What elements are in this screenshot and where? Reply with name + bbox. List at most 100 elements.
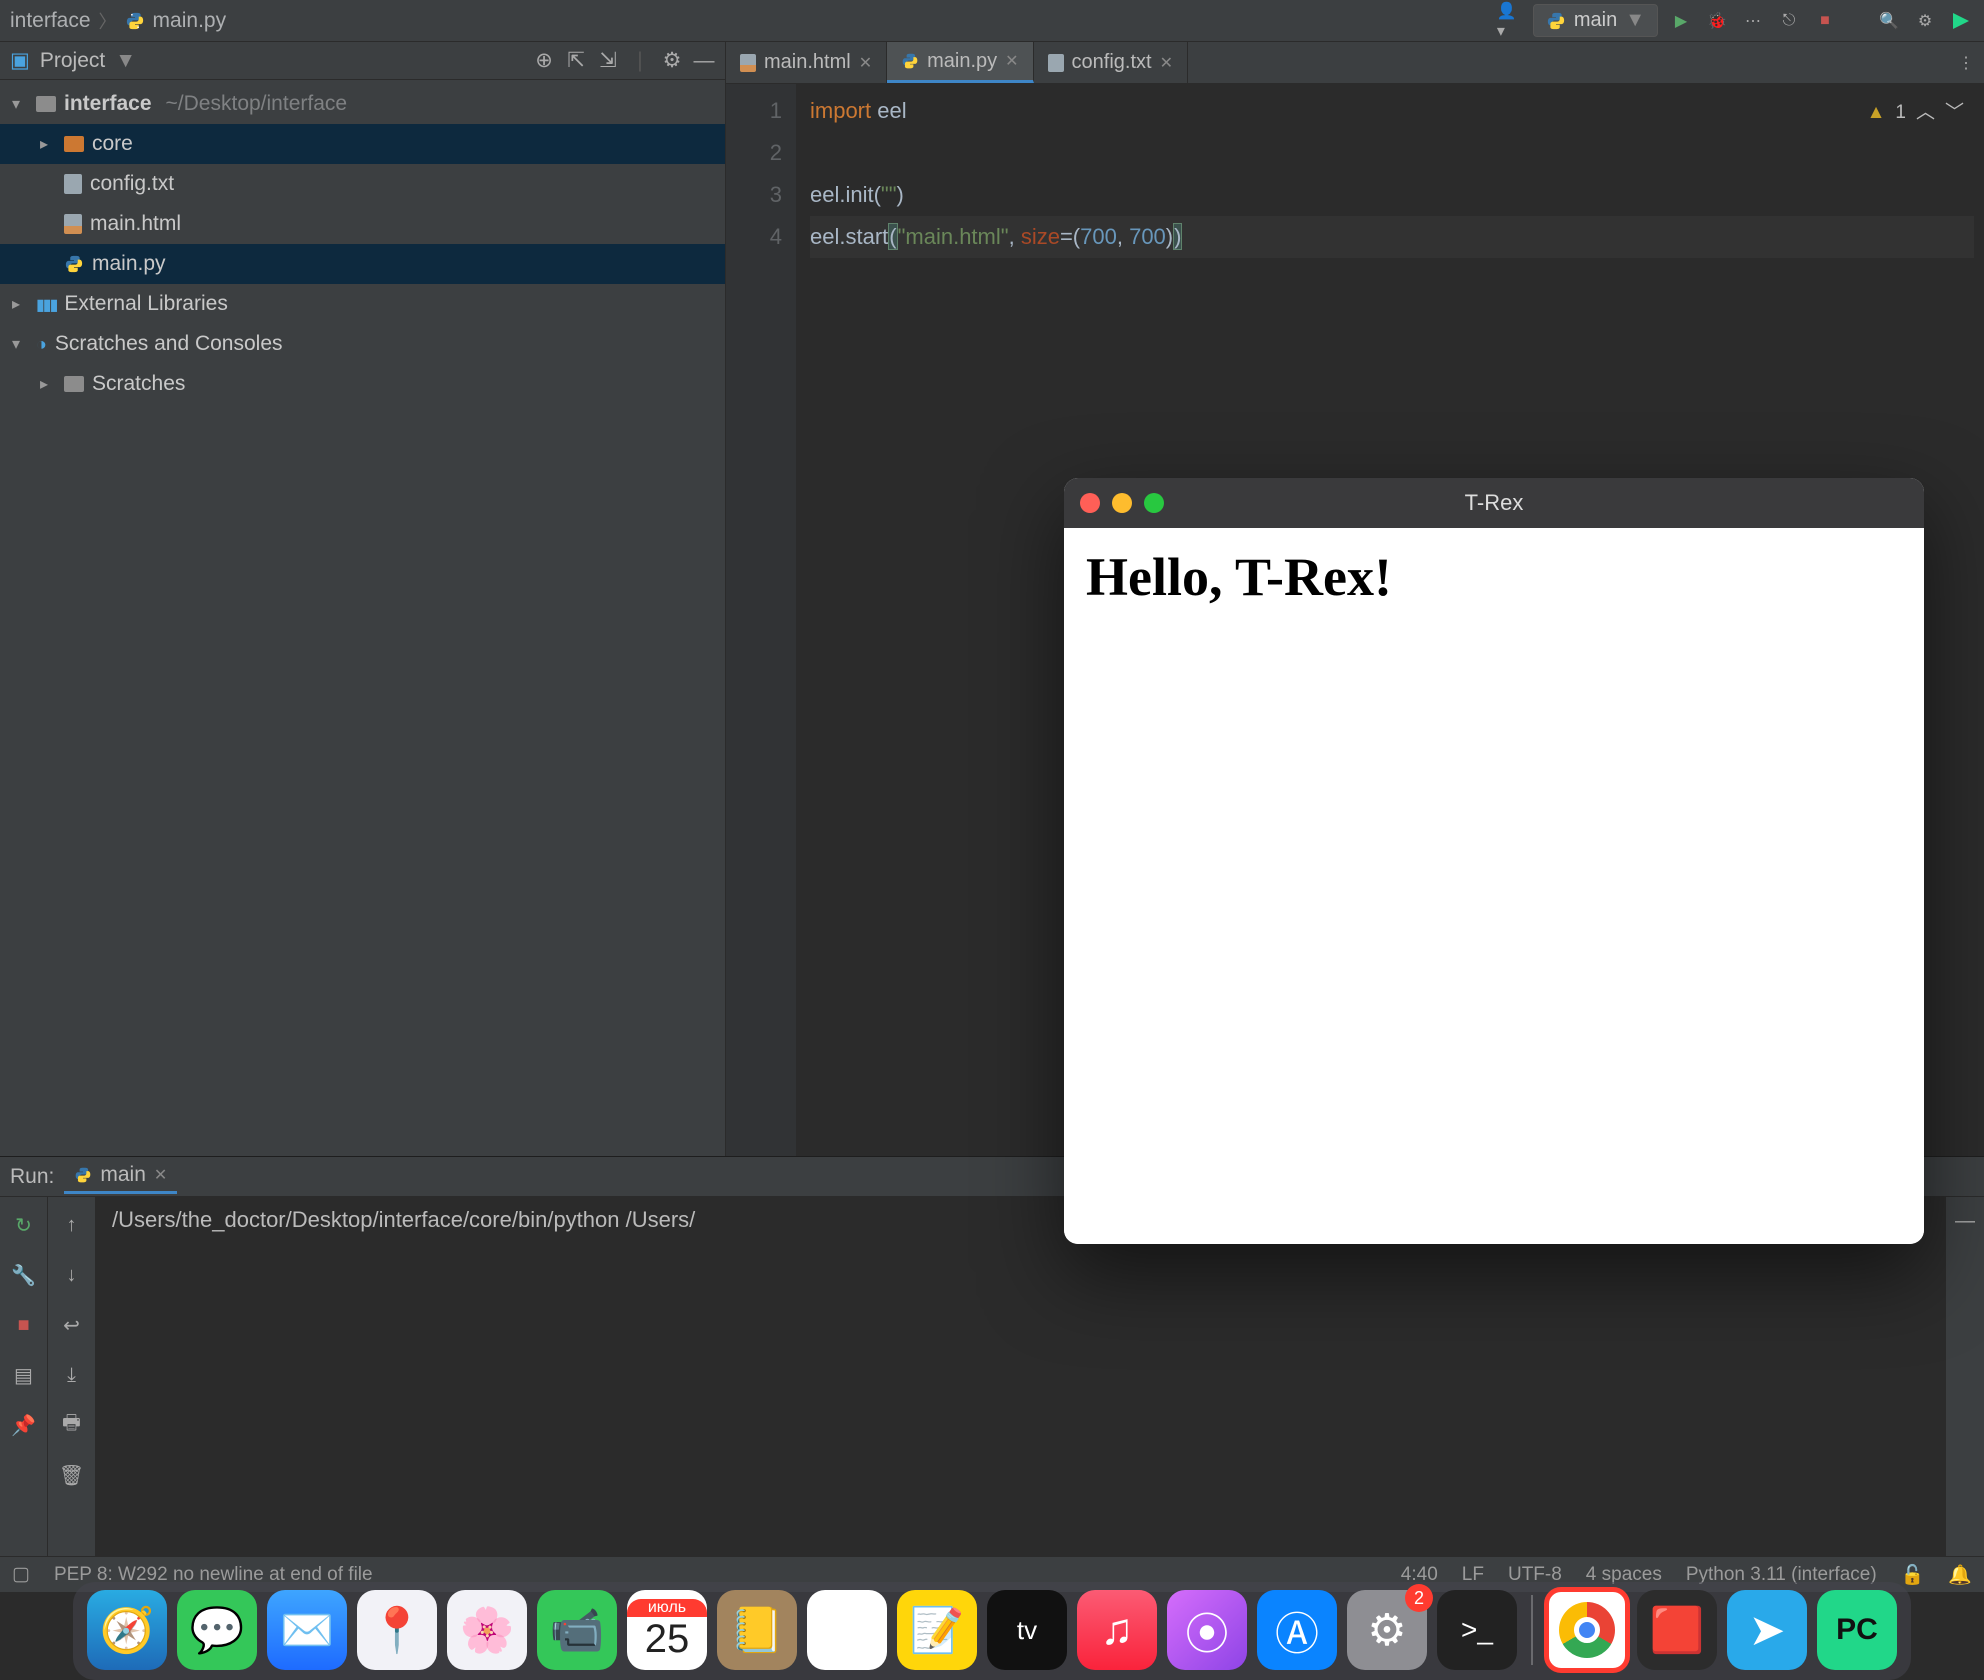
run-more-icon[interactable]: ⋯ bbox=[1740, 8, 1766, 34]
rerun-icon[interactable]: ↻ bbox=[10, 1211, 38, 1239]
sidebar-title[interactable]: Project bbox=[40, 49, 105, 73]
breadcrumb-file[interactable]: main.py bbox=[153, 9, 227, 33]
dock-app-chrome[interactable] bbox=[1547, 1590, 1627, 1670]
locate-icon[interactable]: ⊕ bbox=[533, 50, 555, 72]
chevron-up-icon[interactable]: ︿ bbox=[1916, 92, 1935, 134]
dock-app-mail[interactable]: ✉️ bbox=[267, 1590, 347, 1670]
tool-window-icon[interactable]: ▢ bbox=[12, 1563, 30, 1586]
tree-file-mainpy[interactable]: main.py bbox=[0, 244, 725, 284]
window-title: T-Rex bbox=[1465, 490, 1524, 516]
close-icon[interactable]: ✕ bbox=[1160, 53, 1173, 73]
wrench-icon[interactable]: 🔧 bbox=[10, 1261, 38, 1289]
dock-app-appstore[interactable]: Ⓐ bbox=[1257, 1590, 1337, 1670]
chevron-down-icon[interactable]: ▾ bbox=[12, 334, 28, 354]
dock-app-calendar[interactable]: июль 25 bbox=[627, 1590, 707, 1670]
tabs-more[interactable]: ⋮ bbox=[1948, 42, 1984, 83]
zoom-window-icon[interactable] bbox=[1144, 493, 1164, 513]
breadcrumb[interactable]: interface 〉 main.py bbox=[10, 8, 226, 34]
run-config-selector[interactable]: main ▼ bbox=[1533, 4, 1658, 37]
breadcrumb-project[interactable]: interface bbox=[10, 9, 91, 33]
tree-external-libs[interactable]: ▸ External Libraries bbox=[0, 284, 725, 324]
run-console[interactable]: /Users/the_doctor/Desktop/interface/core… bbox=[96, 1197, 1946, 1556]
dock-app-telegram[interactable]: ➤ bbox=[1727, 1590, 1807, 1670]
folder-icon bbox=[36, 96, 56, 112]
print-icon[interactable]: 🖶 bbox=[58, 1411, 86, 1439]
pin-icon[interactable]: 📌 bbox=[10, 1411, 38, 1439]
html-file-icon bbox=[64, 214, 82, 234]
dock-app-facetime[interactable]: 📹 bbox=[537, 1590, 617, 1670]
run-icon[interactable]: ▶ bbox=[1668, 8, 1694, 34]
titlebar[interactable]: T-Rex bbox=[1064, 478, 1924, 528]
jetbrains-icon[interactable] bbox=[1948, 8, 1974, 34]
tree-file-mainhtml[interactable]: main.html bbox=[0, 204, 725, 244]
dock-app-notes[interactable]: 📝 bbox=[897, 1590, 977, 1670]
trash-icon[interactable]: 🗑 bbox=[58, 1461, 86, 1489]
down-icon[interactable]: ↓ bbox=[58, 1261, 86, 1289]
tab-label: main.py bbox=[927, 50, 997, 73]
calendar-day: 25 bbox=[645, 1617, 690, 1662]
tree-file-config[interactable]: config.txt bbox=[0, 164, 725, 204]
tab-main-html[interactable]: main.html ✕ bbox=[726, 42, 887, 83]
folder-icon bbox=[64, 136, 84, 152]
layout-icon[interactable]: ▤ bbox=[10, 1361, 38, 1389]
dock-app-podcasts[interactable]: ⦿ bbox=[1167, 1590, 1247, 1670]
attach-icon[interactable]: ⎋ bbox=[1776, 8, 1802, 34]
inspection-widget[interactable]: ▲ 1 ︿ ﹀ bbox=[1867, 92, 1964, 134]
tree-scratches-root[interactable]: ▾ Scratches and Consoles bbox=[0, 324, 725, 364]
close-icon[interactable]: ✕ bbox=[1005, 51, 1018, 71]
chevron-down-icon[interactable]: ▾ bbox=[12, 94, 28, 114]
tree-scratches-folder[interactable]: ▸ Scratches bbox=[0, 364, 725, 404]
tree-label: Scratches and Consoles bbox=[55, 332, 283, 356]
dock-app-terminal[interactable]: >_ bbox=[1437, 1590, 1517, 1670]
user-icon[interactable]: 👤▾ bbox=[1497, 8, 1523, 34]
chevron-down-icon[interactable]: ﹀ bbox=[1945, 92, 1964, 134]
expand-all-icon[interactable]: ⇱ bbox=[565, 50, 587, 72]
chevron-down-icon[interactable]: ▼ bbox=[115, 49, 136, 73]
scroll-to-end-icon[interactable]: ⤓ bbox=[58, 1361, 86, 1389]
minimize-window-icon[interactable] bbox=[1112, 493, 1132, 513]
dock-app-safari[interactable]: 🧭 bbox=[87, 1590, 167, 1670]
debug-icon[interactable]: 🐞 bbox=[1704, 8, 1730, 34]
dock-app-reminders[interactable]: ☰ bbox=[807, 1590, 887, 1670]
collapse-all-icon[interactable]: ⇲ bbox=[597, 50, 619, 72]
project-sidebar: ▣ Project ▼ ⊕ ⇱ ⇲ | ⚙ — ▾ interface ~/De… bbox=[0, 42, 726, 1156]
stop-icon[interactable]: ■ bbox=[1812, 8, 1838, 34]
gear-icon[interactable]: ⚙ bbox=[661, 50, 683, 72]
up-icon[interactable]: ↑ bbox=[58, 1211, 86, 1239]
tree-folder-core[interactable]: ▸ core bbox=[0, 124, 725, 164]
dock-app-pycharm[interactable]: PC bbox=[1817, 1590, 1897, 1670]
close-window-icon[interactable] bbox=[1080, 493, 1100, 513]
run-panel-tab[interactable]: main ✕ bbox=[64, 1159, 177, 1194]
dock-app-maps[interactable]: 📍 bbox=[357, 1590, 437, 1670]
dock-app-photos[interactable]: 🌸 bbox=[447, 1590, 527, 1670]
notification-badge: 2 bbox=[1405, 1584, 1433, 1612]
dock-app-contacts[interactable]: 📒 bbox=[717, 1590, 797, 1670]
folder-icon bbox=[64, 376, 84, 392]
dock-app-settings[interactable]: ⚙ 2 bbox=[1347, 1590, 1427, 1670]
close-icon[interactable]: ✕ bbox=[859, 53, 872, 73]
dock-app-messages[interactable]: 💬 bbox=[177, 1590, 257, 1670]
dock-app-figma[interactable]: 🟥 bbox=[1637, 1590, 1717, 1670]
stop-icon[interactable]: ■ bbox=[10, 1311, 38, 1339]
close-icon[interactable]: ✕ bbox=[154, 1165, 167, 1185]
tab-label: config.txt bbox=[1072, 51, 1152, 74]
chevron-right-icon[interactable]: ▸ bbox=[40, 374, 56, 394]
dock: 🧭 💬 ✉️ 📍 🌸 📹 июль 25 📒 ☰ 📝 tv ♫ ⦿ Ⓐ ⚙ 2 … bbox=[0, 1592, 1984, 1680]
chevron-right-icon[interactable]: ▸ bbox=[12, 294, 28, 314]
app-window-trex[interactable]: T-Rex Hello, T-Rex! bbox=[1064, 478, 1924, 1244]
dock-app-music[interactable]: ♫ bbox=[1077, 1590, 1157, 1670]
minimize-icon[interactable]: — bbox=[693, 50, 715, 72]
bell-icon[interactable]: 🔔 bbox=[1948, 1563, 1972, 1587]
tab-main-py[interactable]: main.py ✕ bbox=[887, 42, 1033, 83]
tab-config-txt[interactable]: config.txt ✕ bbox=[1034, 42, 1188, 83]
lock-icon[interactable]: 🔓 bbox=[1901, 1563, 1925, 1587]
project-tree[interactable]: ▾ interface ~/Desktop/interface ▸ core c… bbox=[0, 80, 725, 1156]
library-icon bbox=[36, 292, 56, 316]
minimize-icon[interactable]: — bbox=[1951, 1207, 1979, 1235]
chevron-right-icon[interactable]: ▸ bbox=[40, 134, 56, 154]
search-icon[interactable]: 🔍 bbox=[1876, 8, 1902, 34]
dock-app-tv[interactable]: tv bbox=[987, 1590, 1067, 1670]
gear-icon[interactable]: ⚙ bbox=[1912, 8, 1938, 34]
tree-project-root[interactable]: ▾ interface ~/Desktop/interface bbox=[0, 84, 725, 124]
soft-wrap-icon[interactable]: ↩ bbox=[58, 1311, 86, 1339]
